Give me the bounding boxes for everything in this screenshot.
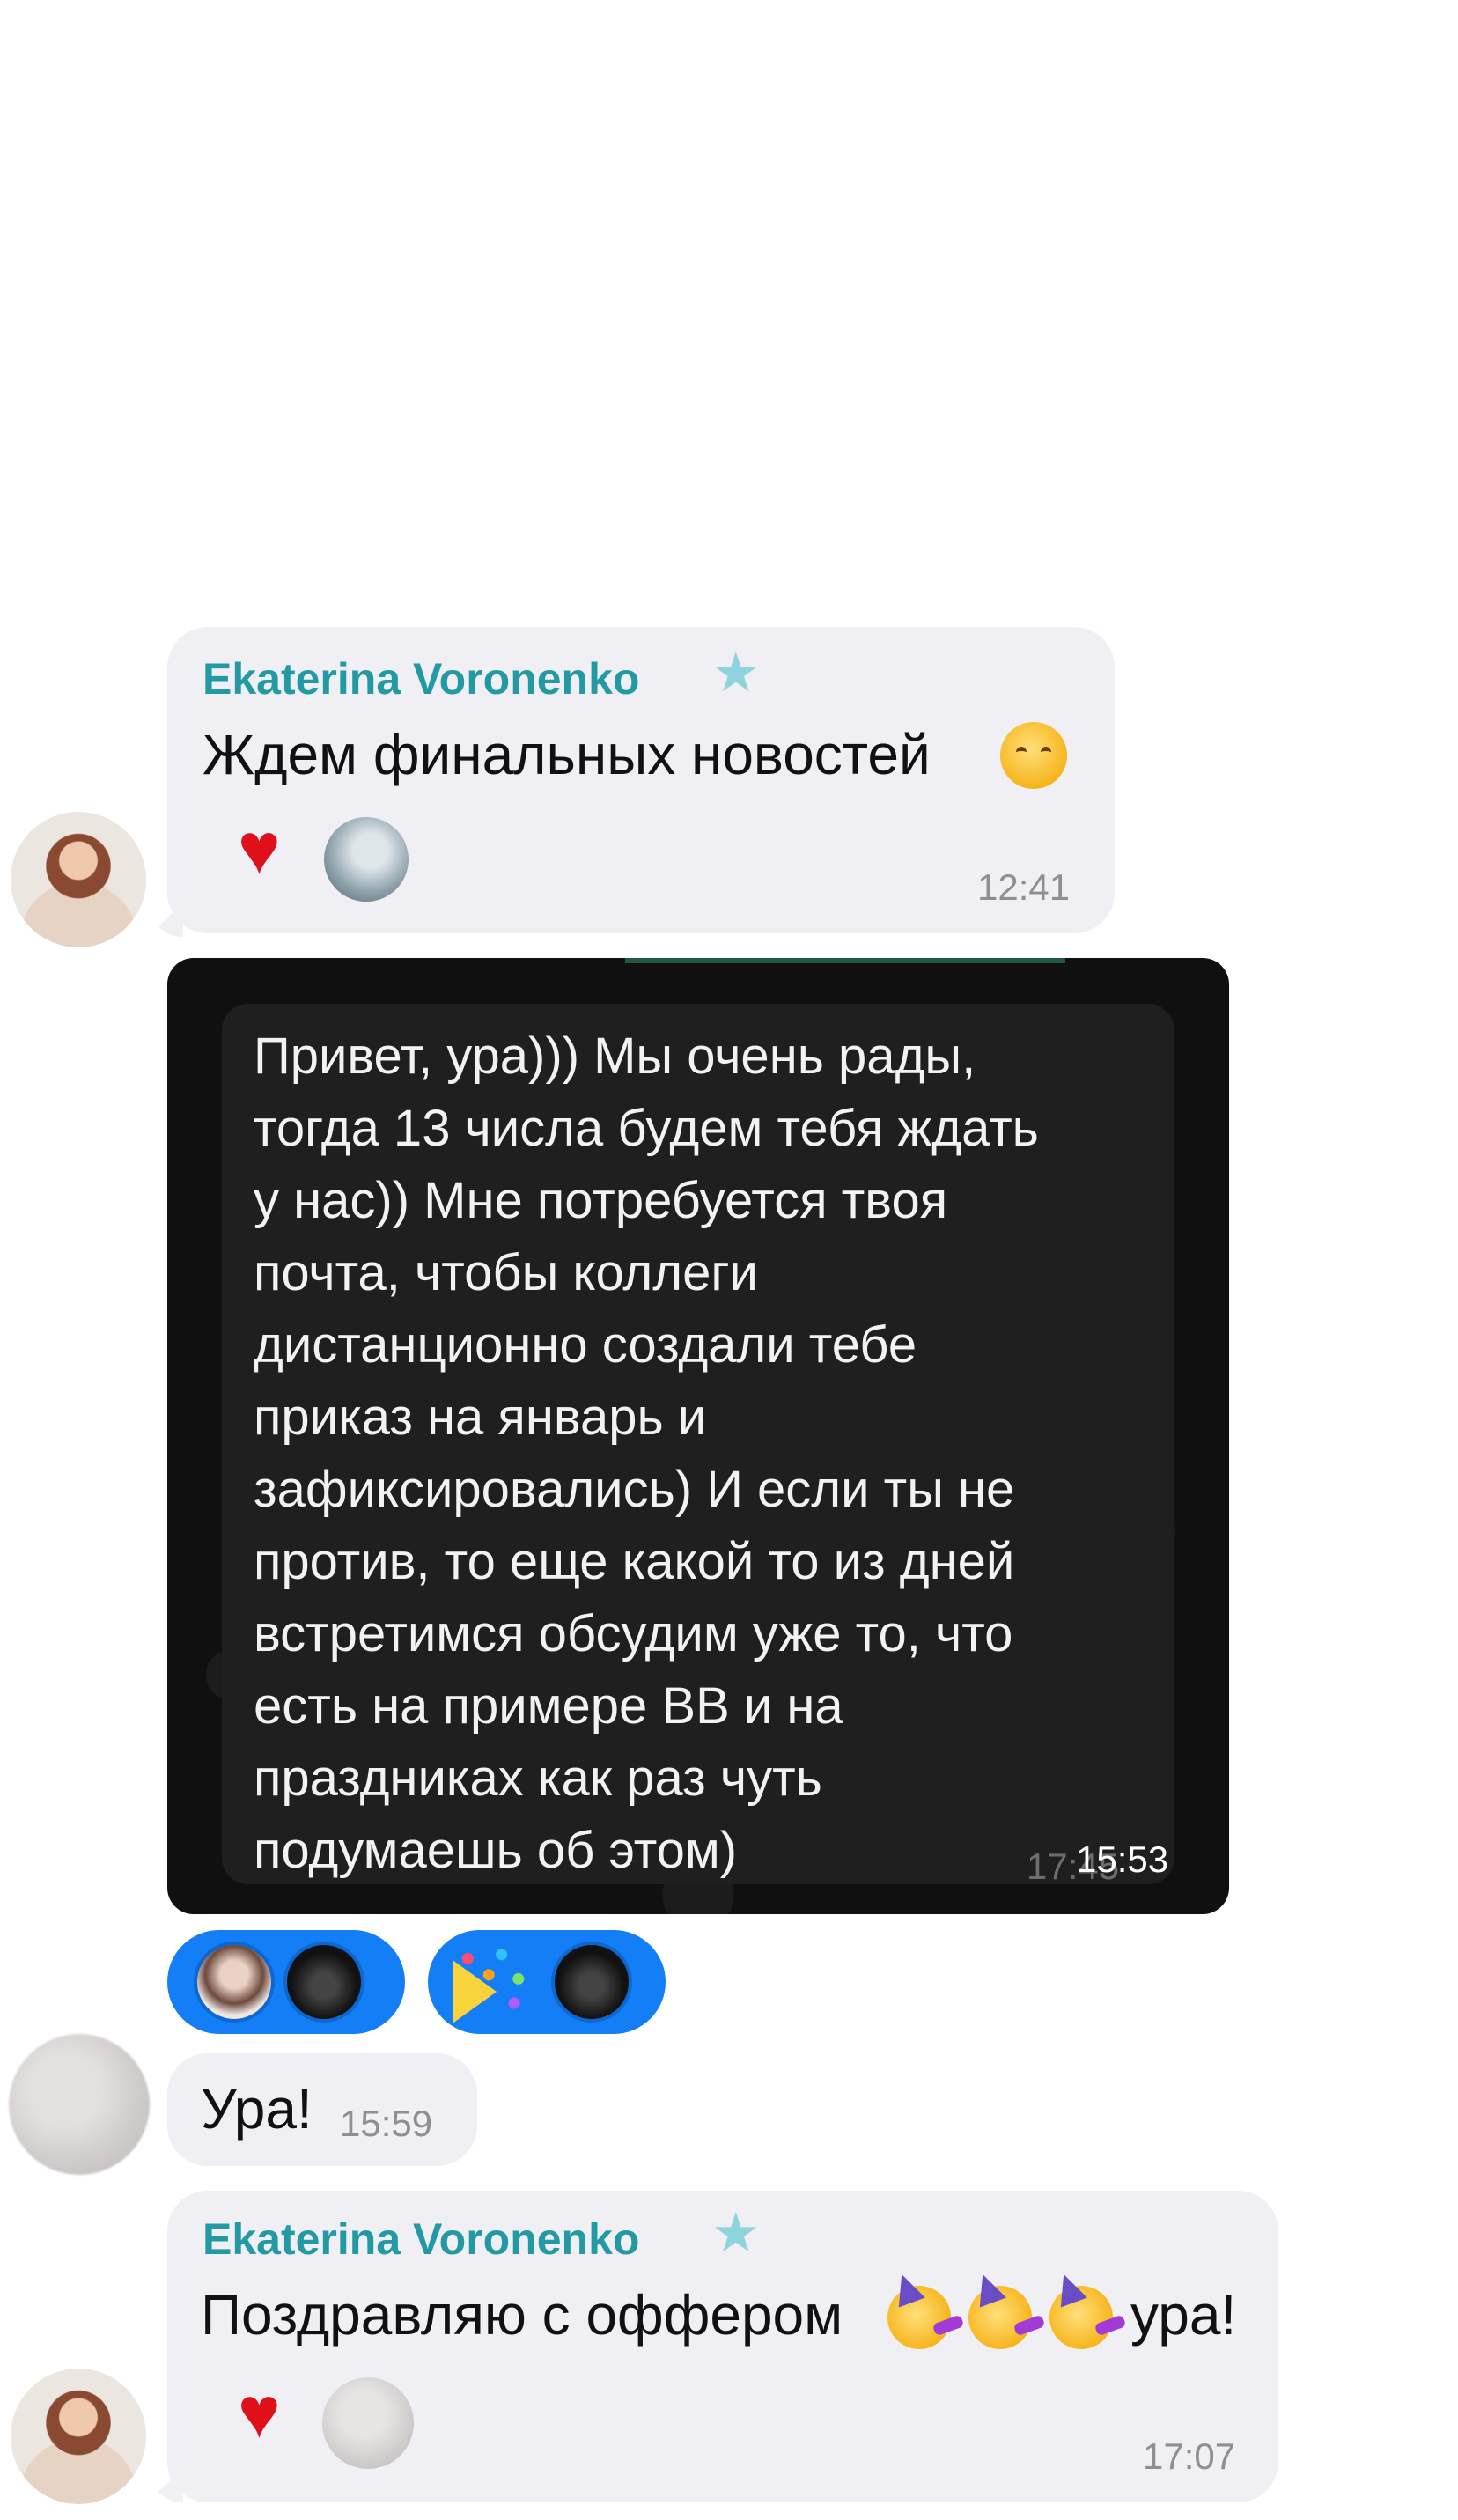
heart-reaction-icon[interactable]: ♥ (238, 2377, 281, 2450)
message-bubble[interactable]: Ура! 15:59 (167, 2053, 477, 2166)
forwarded-line: праздниках как раз чуть (254, 1750, 822, 1807)
message-text: Ждем финальных новостей (202, 723, 931, 786)
screenshot-top-line (625, 958, 1065, 963)
reaction-user-avatar (194, 1942, 275, 2023)
forwarded-line: зафиксировались) И если ты не (254, 1461, 1015, 1518)
bubble-tail (148, 2467, 183, 2502)
message-text: Ура! (201, 2077, 313, 2141)
forwarded-line: дистанционно создали тебе (254, 1316, 917, 1374)
star-icon: ★ (711, 2203, 761, 2264)
forwarded-line: подумаешь об этом) (254, 1822, 738, 1879)
party-cone-icon (453, 1960, 497, 2023)
heart-reaction-icon[interactable]: ♥ (238, 814, 281, 886)
sender-name[interactable]: Ekaterina Voronenko (202, 653, 639, 704)
star-icon: ★ (711, 643, 761, 704)
sender-avatar[interactable] (11, 812, 146, 947)
bubble-tail (148, 902, 183, 937)
forwarded-line: тогда 13 числа будем тебя ждать (254, 1100, 1039, 1157)
forwarded-screenshot[interactable]: Привет, ура))) Мы очень рады, тогда 13 ч… (167, 958, 1229, 1914)
forwarded-line: против, то еще какой то из дней (254, 1533, 1015, 1590)
reaction-user-avatar[interactable] (324, 817, 409, 902)
reaction-pill[interactable] (167, 1930, 405, 2034)
forwarded-line: почта, чтобы коллеги (254, 1244, 758, 1301)
partying-face-emoji-icon (968, 2269, 1046, 2349)
message-bubble[interactable]: Ekaterina Voronenko ★ Ждем финальных нов… (167, 627, 1115, 933)
message-time: 17:07 (1143, 2435, 1236, 2477)
forwarded-line: приказ на январь и (254, 1389, 707, 1446)
reaction-user-avatar[interactable] (322, 2377, 414, 2469)
reaction-user-avatar (284, 1942, 364, 2023)
message-text-continued: ура! (1130, 2283, 1237, 2347)
smiling-face-emoji-icon (1000, 722, 1067, 789)
message-time: 15:59 (340, 2103, 433, 2144)
forwarded-line: у нас)) Мне потребуется твоя (254, 1172, 948, 1229)
forwarded-line: Привет, ура))) Мы очень рады, (254, 1028, 976, 1085)
message-time: 12:41 (977, 866, 1071, 908)
message-text: Поздравляю с оффером (201, 2283, 843, 2347)
forwarded-line: встретимся обсудим уже то, что (254, 1605, 1013, 1662)
sender-name[interactable]: Ekaterina Voronenko (202, 2214, 639, 2265)
sender-avatar[interactable] (11, 2369, 146, 2504)
sender-avatar[interactable] (9, 2034, 150, 2175)
partying-face-emoji-icon (887, 2269, 965, 2349)
reaction-user-avatar (551, 1942, 632, 2023)
message-time: 15:53 (1076, 1838, 1169, 1880)
message-bubble[interactable]: Ekaterina Voronenko ★ Поздравляю с оффер… (167, 2191, 1278, 2502)
forwarded-line: есть на примере ВВ и на (254, 1677, 843, 1735)
partying-face-emoji-icon (1049, 2269, 1127, 2349)
reaction-pill[interactable] (428, 1930, 666, 2034)
